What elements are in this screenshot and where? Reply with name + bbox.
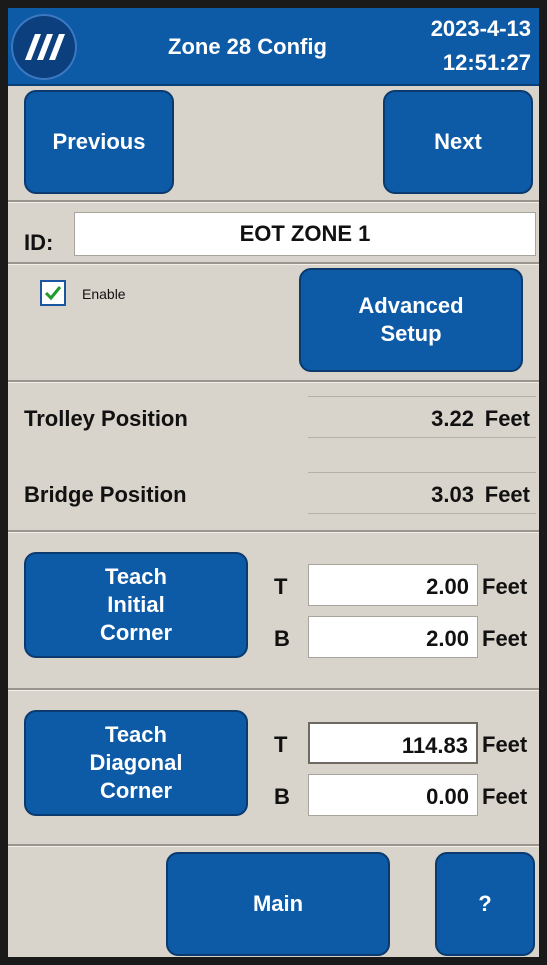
trolley-position-unit: Feet xyxy=(484,406,530,431)
diagonal-trolley-field[interactable]: 114.83 xyxy=(308,722,478,764)
diagonal-bridge-label: B xyxy=(274,784,290,809)
main-button-label: Main xyxy=(252,891,304,916)
diagonal-bridge-unit: Feet xyxy=(482,784,528,809)
initial-trolley-label: T xyxy=(274,574,288,599)
company-logo-icon xyxy=(11,14,77,80)
divider xyxy=(8,688,539,691)
divider xyxy=(8,200,539,203)
teach-initial-line2: Initial xyxy=(107,592,165,617)
main-button[interactable]: Main xyxy=(166,852,390,956)
help-button-label: ? xyxy=(478,891,492,916)
diagonal-trolley-label: T xyxy=(274,732,288,757)
advanced-setup-button[interactable]: Advanced Setup xyxy=(299,268,523,372)
advanced-setup-label-line1: Advanced xyxy=(358,293,464,318)
page-title: Zone 28 Config xyxy=(168,34,327,59)
divider xyxy=(8,844,539,847)
initial-bridge-field[interactable]: 2.00 xyxy=(308,616,478,658)
initial-trolley-value: 2.00 xyxy=(426,574,469,599)
teach-diagonal-line2: Diagonal xyxy=(89,750,183,775)
id-label: ID: xyxy=(24,230,54,255)
bridge-position-value: 3.03 xyxy=(431,482,474,507)
initial-bridge-value: 2.00 xyxy=(426,626,469,651)
teach-initial-line1: Teach xyxy=(105,564,167,589)
previous-button[interactable]: Previous xyxy=(24,90,174,194)
zone-id-field[interactable]: EOT ZONE 1 xyxy=(74,212,536,256)
initial-bridge-unit: Feet xyxy=(482,626,528,651)
trolley-position-readout: 3.22 Feet xyxy=(308,396,536,438)
bridge-position-unit: Feet xyxy=(484,482,530,507)
diagonal-trolley-value: 114.83 xyxy=(401,733,468,758)
config-screen: Zone 28 Config 2023-4-13 12:51:27 Previo… xyxy=(8,8,539,957)
header-bar: Zone 28 Config 2023-4-13 12:51:27 xyxy=(8,8,539,86)
teach-initial-corner-button[interactable]: Teach Initial Corner xyxy=(24,552,248,658)
datetime-display: 2023-4-13 12:51:27 xyxy=(431,12,531,80)
help-button[interactable]: ? xyxy=(435,852,535,956)
teach-diagonal-corner-button[interactable]: Teach Diagonal Corner xyxy=(24,710,248,816)
checkmark-icon xyxy=(44,286,62,301)
divider xyxy=(8,530,539,533)
previous-button-label: Previous xyxy=(52,129,146,154)
bridge-position-readout: 3.03 Feet xyxy=(308,472,536,514)
divider xyxy=(8,380,539,383)
date-text: 2023-4-13 xyxy=(430,16,531,41)
bridge-position-label: Bridge Position xyxy=(24,482,187,507)
diagonal-bridge-value: 0.00 xyxy=(426,784,469,809)
initial-bridge-label: B xyxy=(274,626,290,651)
diagonal-trolley-unit: Feet xyxy=(482,732,528,757)
initial-trolley-field[interactable]: 2.00 xyxy=(308,564,478,606)
divider xyxy=(8,262,539,265)
teach-diagonal-line1: Teach xyxy=(105,722,167,747)
trolley-position-value: 3.22 xyxy=(431,406,474,431)
enable-label: Enable xyxy=(82,286,126,302)
diagonal-bridge-field[interactable]: 0.00 xyxy=(308,774,478,816)
teach-diagonal-line3: Corner xyxy=(99,778,173,803)
teach-initial-line3: Corner xyxy=(99,620,173,645)
advanced-setup-label-line2: Setup xyxy=(380,321,442,346)
enable-checkbox[interactable] xyxy=(40,280,66,306)
initial-trolley-unit: Feet xyxy=(482,574,528,599)
time-text: 12:51:27 xyxy=(442,50,531,75)
trolley-position-label: Trolley Position xyxy=(24,406,188,431)
next-button[interactable]: Next xyxy=(383,90,533,194)
next-button-label: Next xyxy=(434,129,482,154)
